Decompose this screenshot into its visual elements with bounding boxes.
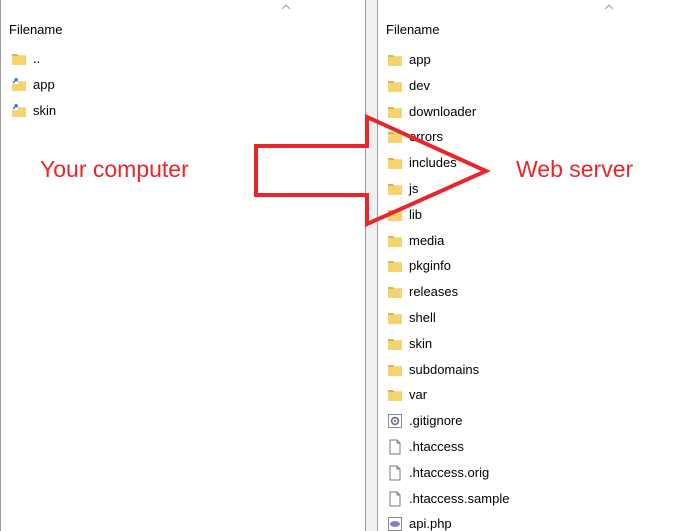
remote-file-row[interactable]: .htaccess.sample: [378, 486, 696, 512]
folder-icon: [387, 387, 403, 403]
remote-file-row[interactable]: .htaccess.orig: [378, 460, 696, 486]
sort-ascending-icon: [281, 4, 291, 10]
folder-icon: [387, 104, 403, 120]
remote-file-name: var: [409, 387, 428, 403]
folder-icon: [387, 129, 403, 145]
remote-file-name: skin: [409, 335, 433, 351]
remote-file-row[interactable]: releases: [378, 279, 696, 305]
local-filename-column-header[interactable]: Filename: [1, 0, 365, 40]
folder-icon: [387, 78, 403, 94]
remote-file-pane[interactable]: Filename app dev downloader errors includes j…: [377, 0, 696, 531]
remote-file-row[interactable]: downloader: [378, 99, 696, 125]
folder-icon: [387, 258, 403, 274]
local-filename-header-label: Filename: [9, 22, 63, 37]
local-file-pane[interactable]: Filename .. app skin: [0, 0, 366, 531]
remote-file-list: app dev downloader errors includes js lib media…: [378, 47, 696, 531]
php-file-icon: [387, 516, 403, 531]
remote-file-row[interactable]: app: [378, 47, 696, 73]
your-computer-label: Your computer: [40, 156, 189, 182]
local-file-row[interactable]: ..: [1, 46, 365, 72]
local-file-row[interactable]: skin: [1, 98, 365, 124]
settings-file-icon: [387, 413, 403, 429]
pane-splitter[interactable]: [366, 0, 377, 531]
web-server-label: Web server: [516, 156, 634, 182]
remote-file-name: .htaccess.sample: [409, 490, 510, 506]
remote-file-name: lib: [409, 206, 423, 222]
remote-file-row[interactable]: lib: [378, 202, 696, 228]
remote-file-name: app: [409, 52, 431, 67]
remote-filename-column-header[interactable]: Filename: [378, 0, 696, 40]
remote-file-row[interactable]: .htaccess: [378, 434, 696, 460]
remote-filename-header-label: Filename: [386, 22, 440, 37]
file-icon: [387, 491, 403, 507]
remote-file-row[interactable]: dev: [378, 73, 696, 99]
remote-file-name: js: [409, 180, 419, 196]
remote-file-name: dev: [409, 77, 430, 93]
remote-file-name: .htaccess: [409, 438, 464, 454]
remote-file-row[interactable]: api.php: [378, 511, 696, 531]
remote-file-name: shell: [409, 309, 436, 325]
remote-file-row[interactable]: pkginfo: [378, 253, 696, 279]
sort-ascending-icon: [604, 4, 614, 10]
remote-file-name: downloader: [409, 103, 477, 119]
folder-icon: [387, 181, 403, 197]
local-file-name: app: [33, 77, 55, 92]
remote-file-row[interactable]: skin: [378, 331, 696, 357]
local-file-name: ..: [33, 51, 41, 66]
folder-icon: [11, 51, 27, 67]
remote-file-row[interactable]: media: [378, 228, 696, 254]
remote-file-name: .gitignore: [409, 413, 463, 429]
folder-icon: [387, 52, 403, 68]
remote-file-name: errors: [409, 129, 443, 145]
folder-icon: [387, 336, 403, 352]
remote-file-row[interactable]: errors: [378, 124, 696, 150]
file-icon: [387, 465, 403, 481]
remote-file-row[interactable]: subdomains: [378, 357, 696, 383]
local-file-row[interactable]: app: [1, 72, 365, 98]
remote-file-row[interactable]: .gitignore: [378, 408, 696, 434]
folder-icon: [387, 310, 403, 326]
remote-file-name: api.php: [409, 516, 452, 531]
file-icon: [387, 439, 403, 455]
remote-file-name: media: [409, 232, 445, 248]
remote-file-name: .htaccess.orig: [409, 464, 490, 480]
remote-file-name: releases: [409, 284, 459, 300]
folder-shortcut-icon: [11, 77, 27, 93]
remote-file-name: subdomains: [409, 361, 480, 377]
local-file-list: .. app skin: [1, 46, 365, 124]
folder-icon: [387, 284, 403, 300]
remote-file-row[interactable]: var: [378, 382, 696, 408]
folder-shortcut-icon: [11, 103, 27, 119]
remote-file-name: pkginfo: [409, 258, 451, 274]
local-file-name: skin: [33, 103, 57, 118]
remote-file-name: includes: [409, 155, 457, 171]
folder-icon: [387, 233, 403, 249]
folder-icon: [387, 362, 403, 378]
folder-icon: [387, 155, 403, 171]
folder-icon: [387, 207, 403, 223]
remote-file-row[interactable]: shell: [378, 305, 696, 331]
